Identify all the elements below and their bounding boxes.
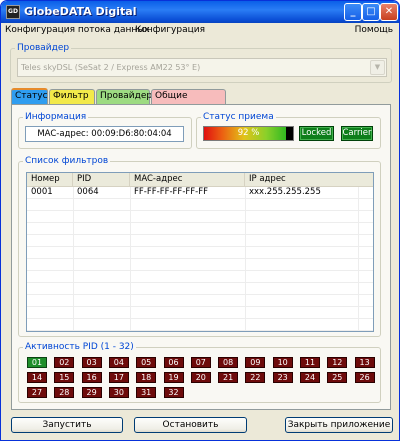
table-cell: 0001 (31, 187, 53, 197)
pid-indicator: 20 (190, 372, 211, 383)
title-bar[interactable]: GD GlobeDATA Digital _ □ ✕ (1, 1, 399, 23)
provider-group-title: Провайдер (17, 43, 70, 53)
table-row[interactable] (27, 271, 373, 283)
pid-indicator: 14 (27, 372, 47, 383)
pid-indicator: 28 (54, 387, 75, 398)
pid-indicator: 27 (27, 387, 47, 398)
table-row[interactable] (27, 223, 373, 235)
provider-select[interactable]: Teles skyDSL (SeSat 2 / Express AM22 53°… (17, 58, 387, 77)
window-title: GlobeDATA Digital (24, 5, 137, 18)
chevron-down-icon[interactable]: ▼ (370, 60, 385, 75)
pid-indicator: 18 (136, 372, 157, 383)
pid-indicator: 16 (81, 372, 102, 383)
table-row[interactable] (27, 199, 373, 211)
table-row[interactable] (27, 235, 373, 247)
pid-indicator: 02 (54, 357, 75, 368)
pid-indicator: 29 (81, 387, 102, 398)
table-row[interactable] (27, 259, 373, 271)
signal-level-bar: 92 % (203, 126, 294, 141)
pid-indicator: 32 (163, 387, 184, 398)
pid-indicator: 01 (27, 357, 47, 368)
tab-filter[interactable]: Фильтр (49, 89, 95, 104)
table-row[interactable] (27, 283, 373, 295)
pid-indicator: 08 (218, 357, 239, 368)
pid-indicator: 24 (300, 372, 320, 383)
close-app-button[interactable]: Закрыть приложение (285, 417, 393, 433)
table-row[interactable] (27, 295, 373, 307)
info-group-title: Информация (25, 112, 87, 122)
pid-indicator: 21 (218, 372, 239, 383)
tab-provider[interactable]: Провайдер (96, 89, 152, 104)
filter-table[interactable]: Номер PID MAC-адрес IP адрес 0001 0064 FF-… (26, 172, 374, 332)
table-row[interactable] (27, 307, 373, 319)
pid-indicator: 31 (136, 387, 157, 398)
col-number[interactable]: Номер (27, 173, 73, 187)
pid-indicator: 12 (327, 357, 348, 368)
filter-list-title: Список фильтров (25, 156, 109, 166)
pid-indicator: 04 (108, 357, 129, 368)
pid-indicator: 05 (136, 357, 157, 368)
reception-group-title: Статус приема (203, 112, 274, 122)
start-button[interactable]: Запустить (11, 417, 123, 433)
pid-indicator: 03 (81, 357, 102, 368)
pid-indicator: 10 (272, 357, 293, 368)
col-ip[interactable]: IP адрес (245, 173, 373, 187)
table-cell: FF-FF-FF-FF-FF-FF (134, 187, 209, 197)
provider-select-value: Teles skyDSL (SeSat 2 / Express AM22 53°… (21, 63, 201, 72)
carrier-indicator: Carrier (341, 126, 373, 141)
pid-indicator: 17 (108, 372, 129, 383)
pid-indicator: 25 (327, 372, 348, 383)
table-row[interactable] (27, 319, 373, 331)
tab-general-settings[interactable]: Общие настройки (151, 89, 226, 114)
table-header: Номер PID MAC-адрес IP адрес (27, 173, 373, 187)
app-logo-icon: GD (6, 5, 20, 19)
menu-bar: Конфигурация потока данных Конфигурация … (1, 23, 399, 39)
menu-help[interactable]: Помощь (355, 25, 393, 35)
table-row[interactable] (27, 247, 373, 259)
pid-indicator: 07 (190, 357, 211, 368)
pid-indicator: 09 (245, 357, 266, 368)
signal-level-text: 92 % (237, 128, 260, 138)
col-pid[interactable]: PID (73, 173, 130, 187)
pid-indicator: 30 (108, 387, 129, 398)
minimize-button[interactable]: _ (344, 3, 362, 21)
locked-indicator: Locked (299, 126, 334, 141)
pid-indicator: 11 (300, 357, 320, 368)
pid-indicator: 06 (163, 357, 184, 368)
table-cell: xxx.255.255.255 (249, 187, 321, 197)
app-window: GD GlobeDATA Digital _ □ ✕ Конфигурация … (0, 0, 400, 441)
pid-indicator: 15 (54, 372, 75, 383)
pid-activity-title: Активность PID (1 - 32) (25, 342, 134, 352)
tab-status[interactable]: Статус (11, 88, 48, 105)
menu-config[interactable]: Конфигурация (135, 25, 205, 35)
pid-indicator: 23 (272, 372, 293, 383)
table-row[interactable]: 0001 0064 FF-FF-FF-FF-FF-FF xxx.255.255.255 (27, 187, 373, 199)
mac-address-field: MAC-адрес: 00:09:D6:80:04:04 (25, 126, 184, 142)
table-cell: 0064 (77, 187, 99, 197)
close-button[interactable]: ✕ (380, 3, 398, 21)
maximize-button[interactable]: □ (362, 3, 380, 21)
stop-button[interactable]: Остановить (134, 417, 247, 433)
col-mac[interactable]: MAC-адрес (130, 173, 245, 187)
pid-indicator: 26 (354, 372, 375, 383)
table-row[interactable] (27, 211, 373, 223)
pid-indicator: 22 (245, 372, 266, 383)
pid-indicator: 19 (163, 372, 184, 383)
menu-stream-config[interactable]: Конфигурация потока данных (5, 25, 150, 35)
pid-indicator: 13 (354, 357, 375, 368)
